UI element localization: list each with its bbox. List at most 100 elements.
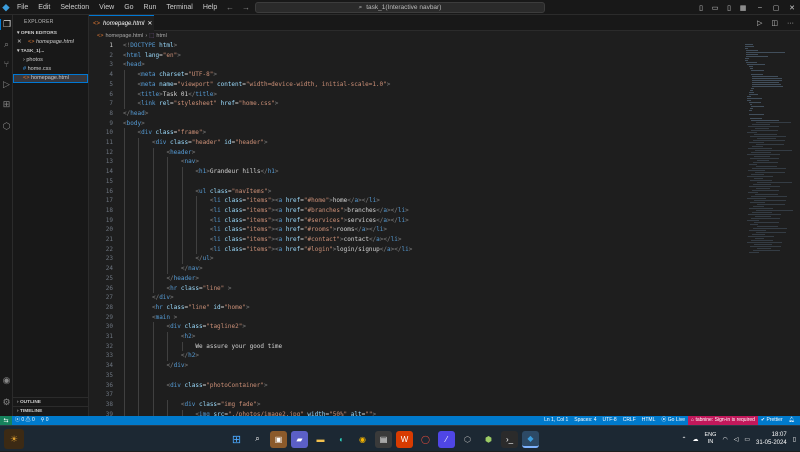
code-line[interactable]: 13 <nav> (89, 157, 741, 167)
code-line[interactable]: 6 <title>Task 01</title> (89, 90, 741, 100)
code-line[interactable]: 35 (89, 371, 741, 381)
menu-go[interactable]: Go (119, 0, 138, 15)
timeline-header[interactable]: › TIMELINE (13, 406, 89, 415)
remote-indicator-icon[interactable]: ⇆ (0, 416, 12, 425)
vscode-taskbar-icon[interactable]: ◆ (522, 430, 539, 448)
chrome-icon[interactable]: ◉ (354, 431, 371, 448)
split-editor-icon[interactable]: ◫ (771, 19, 778, 27)
tabnine-status[interactable]: ⌂ tabnine: Sign-in is required (688, 416, 758, 425)
explorer-item-homepage-html[interactable]: <> homepage.html (13, 74, 88, 83)
code-line[interactable]: 23 </ul> (89, 254, 741, 264)
outline-header[interactable]: › OUTLINE (13, 397, 89, 406)
code-line[interactable]: 12 <header> (89, 148, 741, 158)
code-line[interactable]: 15 (89, 177, 741, 187)
battery-icon[interactable]: ▭ (744, 436, 750, 443)
code-line[interactable]: 3 <head> (89, 60, 741, 70)
settings-gear-icon[interactable]: ⚙ (0, 397, 13, 408)
search-icon[interactable]: ⌕ (0, 39, 13, 50)
ports-indicator[interactable]: ⚲ 0 (38, 416, 52, 425)
notification-center-icon[interactable]: ▯ (793, 436, 796, 443)
code-line[interactable]: 31 <h2> (89, 332, 741, 342)
toggle-secondary-sidebar-icon[interactable]: ▯ (724, 4, 734, 12)
file-explorer-icon[interactable]: ▬ (312, 431, 329, 448)
explorer-icon[interactable]: ❐ (0, 19, 13, 30)
weather-widget-icon[interactable]: ☀ (4, 429, 24, 449)
code-line[interactable]: 22 <li class="items"><a href="#login">log… (89, 245, 741, 255)
code-line[interactable]: 27 </div> (89, 293, 741, 303)
store-icon[interactable]: ▤ (375, 430, 392, 448)
close-editor-icon[interactable]: ✕ (17, 38, 22, 47)
command-center[interactable]: ⌕ task_1(Interactive navbar) (255, 2, 545, 13)
code-line[interactable]: 34 </div> (89, 361, 741, 371)
clock[interactable]: 18:07 31-05-2024 (756, 431, 787, 447)
edge-icon[interactable]: ◐ (333, 431, 350, 448)
code-line[interactable]: 4 <meta charset="UTF-8"> (89, 70, 741, 80)
remote-explorer-icon[interactable]: ⬡ (0, 121, 13, 132)
python-icon[interactable]: ⬢ (480, 431, 497, 448)
menu-help[interactable]: Help (198, 0, 222, 15)
run-debug-icon[interactable]: ▷ (0, 79, 13, 90)
widgets-icon[interactable]: ▣ (270, 430, 287, 448)
prettier-status[interactable]: ✔ Prettier (758, 416, 786, 425)
menu-run[interactable]: Run (139, 0, 162, 15)
extensions-icon[interactable]: ⊞ (0, 99, 13, 110)
language-indicator[interactable]: ENG IN (705, 432, 717, 446)
explorer-item-photos[interactable]: › photos (13, 56, 88, 65)
code-line[interactable]: 32 We assure your good time (89, 342, 741, 352)
office-icon[interactable]: W (396, 430, 413, 448)
code-line[interactable]: 28 <hr class="line" id="home"> (89, 303, 741, 313)
code-line[interactable]: 21 <li class="items"><a href="#contact">c… (89, 235, 741, 245)
indentation[interactable]: Spaces: 4 (571, 416, 599, 425)
wifi-icon[interactable]: ◠ (722, 436, 727, 443)
account-icon[interactable]: ◉ (0, 375, 13, 386)
menu-edit[interactable]: Edit (33, 0, 55, 15)
code-line[interactable]: 37 (89, 390, 741, 400)
menu-terminal[interactable]: Terminal (161, 0, 197, 15)
tab-homepage-html[interactable]: <> homepage.html ✕ (89, 15, 154, 31)
customize-layout-icon[interactable]: ▦ (738, 4, 748, 12)
code-line[interactable]: 1 <!DOCTYPE html> (89, 41, 741, 51)
notifications-bell-icon[interactable]: 🔔︎ (786, 416, 798, 425)
cloud-icon[interactable]: ☁ (693, 436, 699, 443)
menu-view[interactable]: View (94, 0, 119, 15)
menu-file[interactable]: File (12, 0, 33, 15)
code-line[interactable]: 17 <li class="items"><a href="#home">home… (89, 196, 741, 206)
toggle-panel-icon[interactable]: ▭ (710, 4, 720, 12)
close-icon[interactable]: ✕ (784, 4, 800, 12)
code-line[interactable]: 38 <div class="img fade"> (89, 400, 741, 410)
code-line[interactable]: 36 <div class="photoContainer"> (89, 381, 741, 391)
code-line[interactable]: 8 </head> (89, 109, 741, 119)
code-line[interactable]: 10 <div class="frame"> (89, 128, 741, 138)
code-line[interactable]: 18 <li class="items"><a href="#branches">… (89, 206, 741, 216)
code-line[interactable]: 7 <link rel="stylesheet" href="home.css"> (89, 99, 741, 109)
code-line[interactable]: 11 <div class="header" id="header"> (89, 138, 741, 148)
code-line[interactable]: 9 <body> (89, 119, 741, 129)
source-control-icon[interactable]: ⑂ (0, 59, 13, 69)
maximize-icon[interactable]: ▢ (768, 4, 784, 12)
volume-icon[interactable]: ◁ (734, 436, 739, 443)
code-line[interactable]: 5 <meta name="viewport" content="width=de… (89, 80, 741, 90)
code-line[interactable]: 14 <h1>Grandeur hills</h1> (89, 167, 741, 177)
minimap[interactable] (741, 40, 800, 416)
go-live-button[interactable]: ⦿ Go Live (658, 416, 688, 425)
open-editors-header[interactable]: ▾ OPEN EDITORS (13, 29, 88, 38)
code-line[interactable]: 24 </nav> (89, 264, 741, 274)
explorer-item-home-css[interactable]: # home.css (13, 65, 88, 74)
code-line[interactable]: 29 <main > (89, 313, 741, 323)
windows-start-icon[interactable]: ⊞ (228, 431, 245, 448)
app-icon[interactable]: ⁄ (438, 430, 455, 448)
problems-indicator[interactable]: ⓧ 0 ⚠ 0 (12, 416, 38, 425)
close-tab-icon[interactable]: ✕ (147, 20, 152, 27)
code-editor[interactable]: 1 <!DOCTYPE html> 2 <html lang="en"> 3 <head>… (89, 40, 741, 416)
minimize-icon[interactable]: – (752, 4, 768, 11)
back-arrow-icon[interactable]: ← (226, 3, 234, 12)
code-line[interactable]: 20 <li class="items"><a href="#rooms">roo… (89, 225, 741, 235)
code-line[interactable]: 25 </header> (89, 274, 741, 284)
cursor-position[interactable]: Ln 1, Col 1 (541, 416, 571, 425)
folder-header[interactable]: ▾ TASK_1(... (13, 47, 88, 56)
end-of-line[interactable]: CRLF (620, 416, 639, 425)
open-editor-item[interactable]: ✕ <> homepage.html (13, 38, 88, 47)
menu-selection[interactable]: Selection (55, 0, 94, 15)
breadcrumb-node[interactable]: html (156, 33, 166, 39)
code-line[interactable]: 33 </h2> (89, 351, 741, 361)
